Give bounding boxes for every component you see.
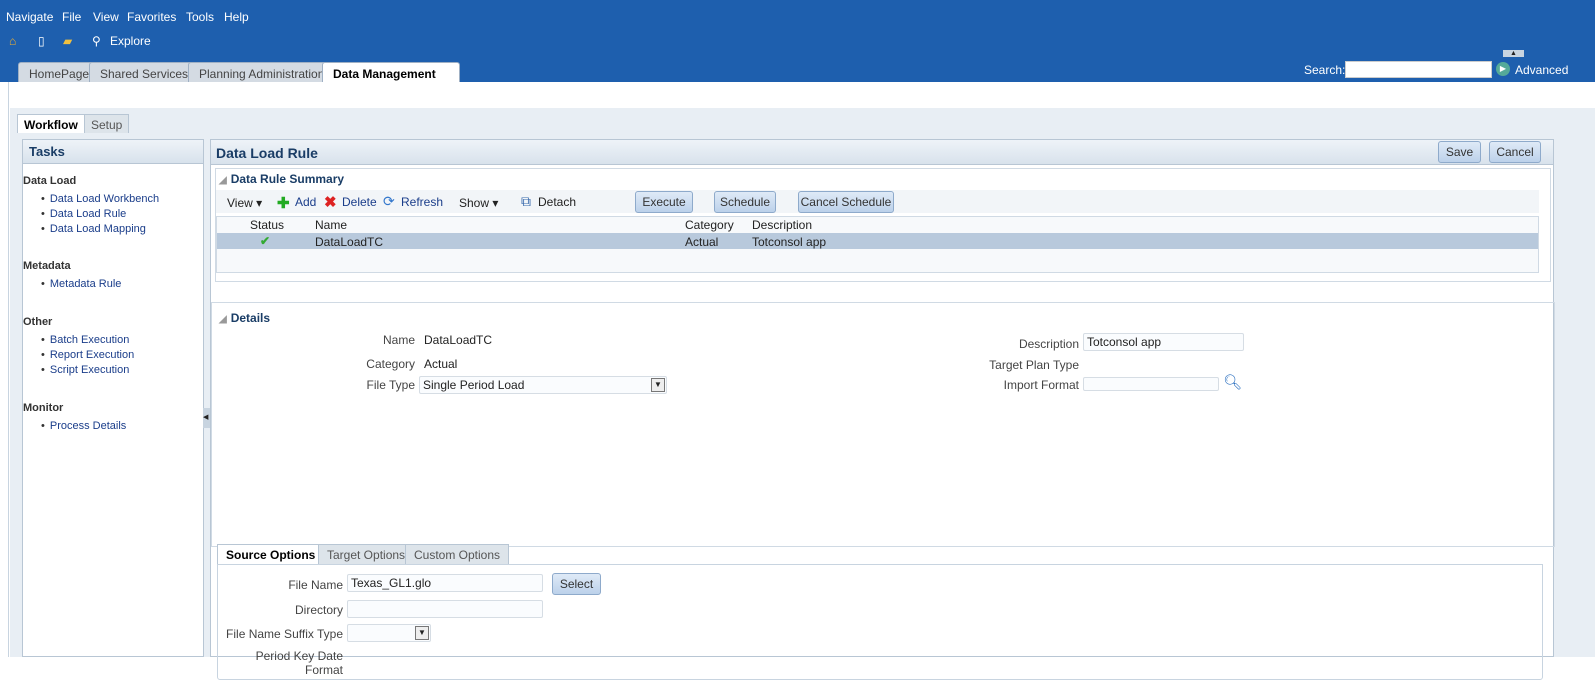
column-header-description[interactable]: Description (752, 218, 812, 232)
section-data-load: Data Load (23, 175, 77, 187)
task-report-execution[interactable]: Report Execution (41, 349, 134, 361)
target-plan-type-label: Target Plan Type (989, 358, 1079, 372)
main-panel: Data Load Rule Save Cancel ◢ Data Rule Su… (210, 139, 1555, 680)
section-monitor: Monitor (23, 402, 64, 414)
delete-icon: ✖ (324, 194, 337, 211)
explore-button[interactable]: Explore (110, 34, 151, 48)
details-title-text: Details (230, 311, 271, 325)
category-value: Actual (424, 357, 458, 371)
tab-source-options[interactable]: Source Options (217, 544, 325, 565)
tasks-title: Tasks (23, 140, 203, 164)
import-format-input[interactable] (1083, 377, 1219, 391)
import-format-label: Import Format (1003, 378, 1079, 392)
advanced-search-link[interactable]: Advanced (1515, 63, 1568, 77)
task-data-load-workbench[interactable]: Data Load Workbench (41, 193, 159, 205)
detach-button[interactable]: Detach (538, 195, 576, 209)
search-icon[interactable]: 🔍︎ (1223, 373, 1242, 391)
row-category: Actual (685, 235, 719, 249)
chevron-down-icon[interactable]: ▼ (415, 626, 429, 640)
collapse-header-icon[interactable]: ▲ (1503, 50, 1524, 57)
explore-icon[interactable]: ⚲ (92, 34, 101, 48)
show-menu[interactable]: Show ▾ (459, 196, 498, 210)
summary-title-text: Data Rule Summary (230, 172, 345, 186)
menu-navigate[interactable]: Navigate (6, 10, 53, 24)
collapse-tasks-handle[interactable]: ◀ (203, 408, 210, 428)
page-title: Data Load Rule (216, 145, 318, 161)
menu-help[interactable]: Help (224, 10, 249, 24)
collapse-triangle-icon: ◢ (219, 175, 227, 186)
category-label: Category (366, 357, 415, 371)
open-folder-icon[interactable]: ▰ (63, 34, 72, 48)
file-name-label: File Name (288, 578, 343, 592)
section-other: Other (23, 316, 53, 328)
collapse-triangle-icon: ◢ (219, 314, 227, 325)
tab-data-management[interactable]: Data Management ✕ (322, 62, 460, 95)
save-button[interactable]: Save (1438, 141, 1481, 163)
file-type-value: Single Period Load (423, 378, 525, 392)
directory-input[interactable] (347, 600, 543, 618)
details-title[interactable]: ◢ Details (219, 311, 270, 325)
tab-workflow[interactable]: Workflow (17, 114, 85, 133)
file-type-select[interactable]: Single Period Load (419, 376, 667, 394)
new-document-icon[interactable]: ▯ (38, 34, 45, 48)
task-batch-execution[interactable]: Batch Execution (41, 334, 130, 346)
show-label: Show (459, 196, 490, 210)
status-success-icon: ✔ (260, 234, 271, 248)
detach-icon: ⧉ (521, 193, 531, 209)
add-button[interactable]: Add (295, 195, 316, 209)
table-row[interactable] (217, 233, 1538, 249)
home-icon[interactable]: ⌂ (9, 34, 16, 48)
file-name-input[interactable]: Texas_GL1.glo (347, 574, 543, 592)
menu-file[interactable]: File (62, 10, 81, 24)
section-metadata: Metadata (23, 260, 71, 272)
file-type-label: File Type (366, 378, 415, 392)
menu-favorites[interactable]: Favorites (127, 10, 176, 24)
main-header (211, 140, 1553, 165)
menu-view[interactable]: View (93, 10, 119, 24)
tab-setup[interactable]: Setup (84, 114, 130, 133)
select-file-button[interactable]: Select (552, 573, 601, 595)
add-icon: ✚ (277, 195, 290, 212)
task-data-load-mapping[interactable]: Data Load Mapping (41, 223, 146, 235)
description-label: Description (1018, 337, 1079, 351)
chevron-down-icon[interactable]: ▼ (651, 378, 665, 392)
directory-label: Directory (294, 603, 343, 617)
column-header-name[interactable]: Name (315, 218, 347, 232)
search-go-icon[interactable]: ▶ (1496, 62, 1510, 76)
column-header-category[interactable]: Category (685, 218, 734, 232)
summary-title[interactable]: ◢ Data Rule Summary (219, 172, 344, 186)
tab-planning-administration[interactable]: Planning Administration (188, 62, 336, 82)
task-process-details[interactable]: Process Details (41, 420, 126, 432)
name-label: Name (382, 333, 415, 347)
refresh-icon: ⟳ (383, 193, 395, 209)
tab-custom-options[interactable]: Custom Options (405, 544, 510, 564)
delete-button[interactable]: Delete (342, 195, 377, 209)
tasks-panel: Tasks Data Load Data Load Workbench Data… (22, 139, 204, 657)
execute-button[interactable]: Execute (635, 191, 693, 213)
menu-tools[interactable]: Tools (186, 10, 214, 24)
tab-homepage[interactable]: HomePage (18, 62, 101, 82)
search-input[interactable] (1345, 61, 1492, 78)
search-label: Search: (1304, 63, 1346, 77)
column-header-status[interactable]: Status (250, 218, 284, 232)
task-data-load-rule[interactable]: Data Load Rule (41, 208, 126, 220)
refresh-button[interactable]: Refresh (401, 195, 443, 209)
task-script-execution[interactable]: Script Execution (41, 364, 129, 376)
file-name-suffix-type-label: File Name Suffix Type (226, 627, 343, 641)
schedule-button[interactable]: Schedule (714, 191, 776, 213)
tab-label: Data Management (333, 67, 436, 81)
tab-target-options[interactable]: Target Options (318, 544, 415, 564)
row-name: DataLoadTC (315, 235, 384, 249)
view-label: View (227, 196, 253, 210)
cancel-schedule-button[interactable]: Cancel Schedule (798, 191, 894, 213)
task-metadata-rule[interactable]: Metadata Rule (41, 278, 122, 290)
cancel-button[interactable]: Cancel (1489, 141, 1541, 163)
view-menu[interactable]: View ▾ (227, 196, 262, 210)
tab-shared-services[interactable]: Shared Services (89, 62, 200, 82)
name-value: DataLoadTC (424, 333, 493, 347)
period-key-date-format-label: Period Key Date Format (255, 649, 343, 677)
description-input[interactable]: Totconsol app (1083, 333, 1244, 351)
row-description: Totconsol app (752, 235, 827, 249)
